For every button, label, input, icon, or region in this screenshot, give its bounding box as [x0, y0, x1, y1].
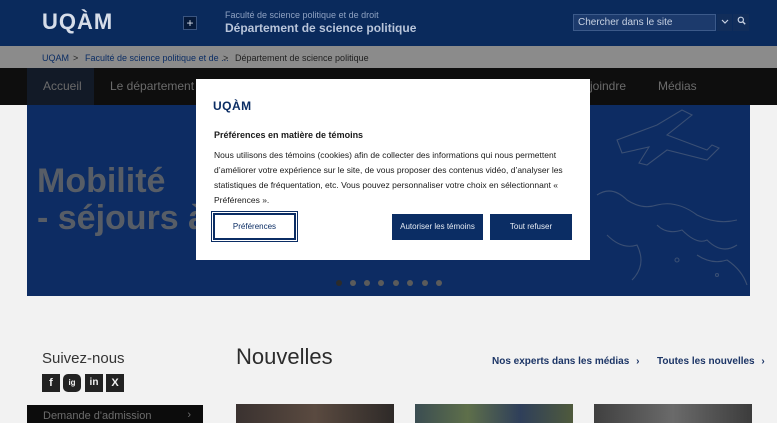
uqam-logo: UQÀM: [213, 99, 252, 113]
hero-title-line1: Mobilité: [37, 162, 166, 200]
breadcrumb-current: Département de science politique: [235, 53, 369, 63]
map-plane-illustration: [596, 109, 748, 286]
slider-dot[interactable]: [422, 280, 428, 286]
site-header: UQÀM + Faculté de science politique et d…: [0, 0, 777, 46]
follow-us-title: Suivez-nous: [42, 350, 125, 367]
search-input[interactable]: [573, 14, 716, 31]
breadcrumb-faculty[interactable]: Faculté de science politique et de ...: [85, 53, 229, 63]
instagram-icon[interactable]: ig: [63, 374, 81, 392]
cookie-dialog-title: Préférences en matière de témoins: [214, 130, 364, 140]
nav-item-joindre[interactable]: joindre: [590, 68, 626, 105]
breadcrumb: UQAM > Faculté de science politique et d…: [0, 46, 777, 68]
expand-menu-button[interactable]: +: [183, 16, 197, 30]
preferences-button[interactable]: Préférences: [211, 211, 298, 242]
hero-title-line2: - séjours à: [37, 199, 208, 237]
cookie-dialog-text: Nous utilisons des témoins (cookies) afi…: [214, 150, 563, 205]
nav-item-departement[interactable]: Le département: [110, 68, 194, 105]
admission-request-button[interactable]: Demande d'admission ›: [27, 405, 203, 423]
slider-dot[interactable]: [436, 280, 442, 286]
slider-dot[interactable]: [407, 280, 413, 286]
cookie-consent-dialog: UQÀM Préférences en matière de témoins N…: [196, 79, 590, 260]
news-thumbnail[interactable]: [415, 404, 573, 423]
chevron-right-icon: ›: [761, 356, 765, 367]
chevron-right-icon: ›: [187, 409, 191, 421]
breadcrumb-separator: >: [73, 53, 79, 63]
linkedin-icon[interactable]: in: [85, 374, 103, 392]
slider-dot[interactable]: [336, 280, 342, 286]
x-twitter-icon[interactable]: X: [106, 374, 124, 392]
slider-dot[interactable]: [350, 280, 356, 286]
chevron-down-icon[interactable]: [717, 14, 732, 31]
experts-media-link[interactable]: Nos experts dans les médias ›: [492, 356, 639, 367]
nav-item-medias[interactable]: Médias: [658, 68, 697, 105]
all-news-link-label: Toutes les nouvelles: [657, 356, 755, 367]
allow-cookies-button[interactable]: Autoriser les témoins: [392, 214, 483, 240]
uqam-logo[interactable]: UQÀM: [42, 9, 113, 35]
facebook-icon[interactable]: f: [42, 374, 60, 392]
nav-item-accueil[interactable]: Accueil: [27, 68, 94, 105]
search-icon[interactable]: [733, 14, 749, 31]
department-name[interactable]: Département de science politique: [225, 21, 416, 35]
breadcrumb-uqam[interactable]: UQAM: [42, 53, 69, 63]
refuse-all-button[interactable]: Tout refuser: [490, 214, 572, 240]
news-section-title: Nouvelles: [236, 344, 333, 369]
news-thumbnail[interactable]: [236, 404, 394, 423]
experts-media-link-label: Nos experts dans les médias: [492, 356, 630, 367]
chevron-right-icon: ›: [636, 356, 640, 367]
slider-dot[interactable]: [393, 280, 399, 286]
breadcrumb-separator: >: [223, 53, 229, 63]
all-news-link[interactable]: Toutes les nouvelles ›: [657, 356, 765, 367]
news-thumbnail[interactable]: [594, 404, 752, 423]
slider-dot[interactable]: [364, 280, 370, 286]
admission-label: Demande d'admission: [43, 410, 152, 422]
slider-dot[interactable]: [378, 280, 384, 286]
hero-title: Mobilité - séjours à: [37, 163, 207, 237]
faculty-name[interactable]: Faculté de science politique et de droit: [225, 10, 379, 20]
